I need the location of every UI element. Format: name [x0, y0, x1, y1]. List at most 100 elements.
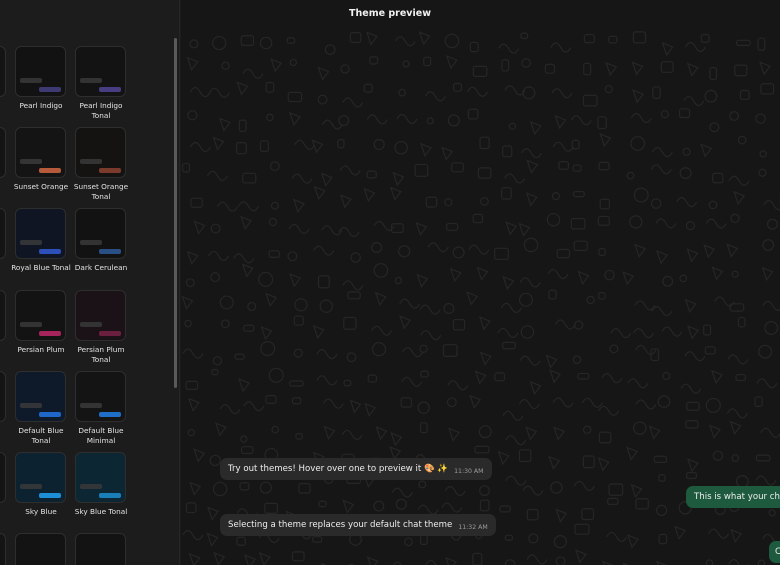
wallpaper-doodle: [217, 201, 239, 212]
wallpaper-doodle: [399, 298, 421, 309]
theme-tile[interactable]: [15, 127, 66, 178]
wallpaper-doodle: [635, 344, 657, 356]
theme-tile-label-line1: Sky Blue: [25, 507, 57, 516]
wallpaper-doodle: [656, 250, 668, 265]
wallpaper-doodle: [608, 35, 618, 44]
wallpaper-doodle: [494, 247, 509, 261]
theme-tile[interactable]: [75, 208, 126, 259]
wallpaper-doodle: [417, 504, 439, 515]
wallpaper-doodle: [505, 475, 527, 486]
theme-tile-partial[interactable]: [0, 127, 6, 178]
wallpaper-doodle: [338, 114, 350, 127]
theme-tile[interactable]: [15, 290, 66, 341]
wallpaper-doodle: [547, 268, 569, 280]
wallpaper-doodle: [247, 301, 257, 312]
wallpaper-doodle: [602, 560, 614, 565]
wallpaper-doodle: [268, 250, 280, 258]
wallpaper-doodle: [287, 91, 303, 103]
wallpaper-doodle: [700, 143, 713, 158]
wallpaper-doodle: [523, 237, 539, 253]
wallpaper-doodle: [627, 534, 639, 549]
theme-tile-partial[interactable]: [0, 46, 6, 97]
wallpaper-doodle: [236, 536, 246, 546]
wallpaper-doodle: [468, 244, 490, 255]
wallpaper-doodle: [574, 549, 587, 564]
wallpaper-doodle: [419, 304, 441, 315]
wallpaper-doodle: [498, 43, 520, 54]
wallpaper-doodle: [502, 341, 516, 350]
wallpaper-doodle: [582, 94, 598, 107]
theme-tile[interactable]: [15, 371, 66, 422]
wallpaper-doodle: [606, 531, 628, 543]
wallpaper-doodle: [550, 42, 572, 53]
theme-tile-label-line1: Sunset Orange: [13, 182, 69, 191]
wallpaper-doodle: [526, 508, 539, 521]
wallpaper-doodle: [400, 397, 413, 408]
wallpaper-doodle: [679, 274, 688, 283]
theme-tile[interactable]: [75, 371, 126, 422]
wallpaper-doodle: [240, 215, 253, 231]
tile-outgoing-bar: [39, 168, 61, 173]
wallpaper-doodle: [220, 319, 230, 329]
wallpaper-doodle: [505, 435, 527, 446]
theme-tile-label: Persian Plum: [9, 345, 73, 355]
wallpaper-doodle: [660, 61, 674, 73]
wallpaper-doodle: [554, 319, 576, 330]
wallpaper-doodle: [703, 324, 712, 336]
wallpaper-doodle: [573, 320, 584, 330]
wallpaper-doodle: [343, 316, 357, 330]
wallpaper-doodle: [682, 147, 691, 156]
theme-tile-partial[interactable]: [0, 208, 6, 259]
theme-tile-partial[interactable]: [0, 290, 6, 341]
theme-tile-partial[interactable]: [0, 452, 6, 503]
wallpaper-doodle: [240, 446, 254, 455]
theme-tile[interactable]: [75, 533, 126, 565]
wallpaper-doodle: [582, 425, 592, 435]
wallpaper-doodle: [478, 425, 492, 439]
wallpaper-doodle: [650, 164, 672, 175]
theme-tile-partial[interactable]: [0, 371, 6, 422]
wallpaper-doodle: [342, 280, 364, 291]
wallpaper-doodle: [598, 247, 606, 256]
wallpaper-doodle: [598, 292, 606, 300]
wallpaper-doodle: [316, 375, 338, 386]
theme-tile[interactable]: [75, 46, 126, 97]
wallpaper-doodle: [265, 81, 275, 93]
wallpaper-doodle: [505, 221, 518, 236]
wallpaper-doodle: [441, 502, 463, 513]
wallpaper-doodle: [683, 95, 705, 107]
wallpaper-doodle: [730, 528, 743, 544]
wallpaper-doodle: [320, 172, 333, 187]
theme-tile[interactable]: [75, 127, 126, 178]
theme-tile[interactable]: [15, 46, 66, 97]
theme-tile-label: Royal Blue Tonal: [9, 263, 73, 273]
wallpaper-doodle: [684, 351, 706, 362]
theme-tile[interactable]: [15, 208, 66, 259]
theme-tile-partial[interactable]: [0, 533, 6, 565]
wallpaper-doodle: [655, 504, 668, 516]
wallpaper-doodle: [363, 187, 376, 203]
wallpaper-doodle: [607, 497, 619, 505]
wallpaper-doodle: [417, 401, 430, 414]
wallpaper-doodle: [472, 552, 483, 565]
wallpaper-doodle: [447, 380, 469, 391]
wallpaper-doodle: [577, 372, 590, 380]
wallpaper-doodle: [634, 243, 647, 258]
tile-incoming-bar: [20, 484, 42, 489]
tile-outgoing-bar: [39, 412, 61, 417]
wallpaper-doodle: [294, 139, 316, 150]
theme-tile[interactable]: [15, 452, 66, 503]
theme-tile-label-line2: Minimal: [86, 436, 116, 445]
wallpaper-doodle: [758, 168, 767, 177]
theme-tile[interactable]: [75, 452, 126, 503]
wallpaper-doodle: [518, 292, 533, 307]
theme-tile[interactable]: [75, 290, 126, 341]
wallpaper-doodle: [728, 175, 750, 186]
page-title: Theme preview: [349, 8, 431, 19]
theme-tile[interactable]: [15, 533, 66, 565]
wallpaper-doodle: [466, 86, 488, 97]
theme-list-scrollbar[interactable]: [174, 38, 177, 388]
wallpaper-doodle: [735, 373, 746, 382]
wallpaper-doodle: [479, 136, 490, 150]
wallpaper-doodle: [762, 300, 780, 311]
